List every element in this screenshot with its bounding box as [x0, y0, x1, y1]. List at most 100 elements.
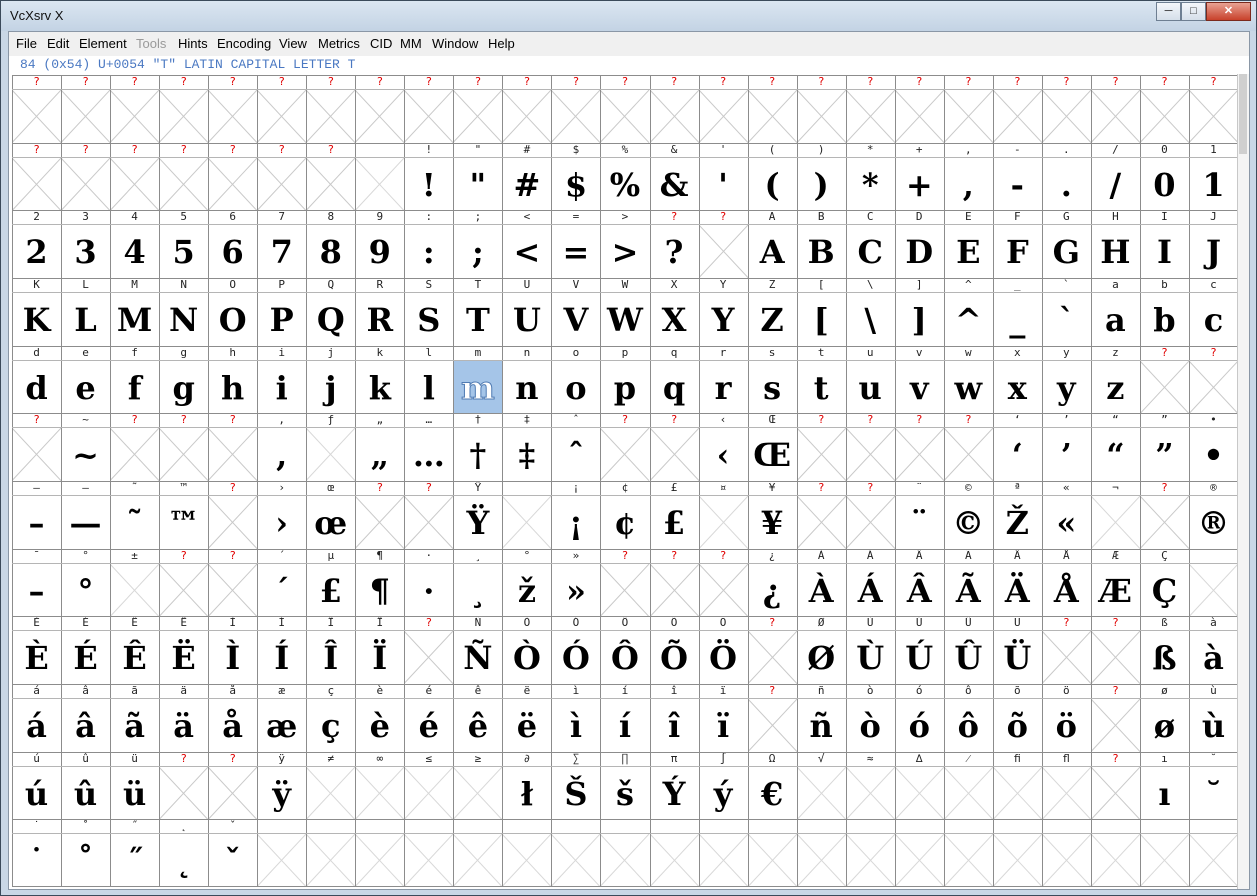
glyph-cell[interactable]: ? [600, 548, 650, 617]
glyph-cell[interactable]: ÈÈ [12, 616, 62, 684]
glyph-cell[interactable]: ÜÜ [992, 616, 1042, 684]
glyph-cell[interactable]: ÛÛ [943, 616, 993, 684]
glyph-cell[interactable]: ØØ [796, 616, 846, 684]
glyph-cell[interactable]: — — [61, 481, 111, 549]
glyph-cell[interactable]: ww [943, 345, 993, 414]
glyph-cell[interactable]: ÄÄ [992, 548, 1042, 617]
glyph-cell[interactable]: ,, [257, 413, 307, 481]
glyph-cell[interactable]: ¬ [1090, 481, 1140, 549]
glyph-cell[interactable]: ∞ [355, 751, 405, 820]
glyph-cell[interactable] [1139, 819, 1189, 887]
glyph-cell[interactable]: ? [845, 75, 895, 143]
glyph-cell[interactable]: ññ [796, 684, 846, 752]
glyph-cell[interactable]: ““ [1090, 413, 1140, 481]
glyph-cell[interactable]: .. [1041, 142, 1091, 211]
glyph-cell[interactable]: HH [1090, 210, 1140, 278]
glyph-cell[interactable]: < < [502, 210, 552, 278]
glyph-cell[interactable]: ‹ ‹ [698, 413, 748, 481]
glyph-cell[interactable]: %% [600, 142, 650, 211]
vertical-scrollbar[interactable] [1237, 74, 1249, 889]
glyph-cell[interactable]: ,, [943, 142, 993, 211]
glyph-cell[interactable]: ãã [110, 684, 160, 752]
glyph-cell[interactable]: _ _ [992, 278, 1042, 346]
glyph-cell[interactable]: ? [845, 413, 895, 481]
glyph-cell[interactable] [1090, 819, 1140, 887]
glyph-cell[interactable]: tt [796, 345, 846, 414]
glyph-cell[interactable]: ™ ™ [159, 481, 209, 549]
glyph-cell[interactable]: zz [1090, 345, 1140, 414]
glyph-cell[interactable]: ÁÁ [845, 548, 895, 617]
glyph-cell[interactable]: ? [404, 75, 454, 143]
glyph-cell[interactable]: ? [159, 142, 209, 211]
menu-cid[interactable]: CID [370, 36, 392, 51]
glyph-cell[interactable]: $ $ [551, 142, 601, 211]
menu-edit[interactable]: Edit [47, 36, 69, 51]
glyph-cell[interactable]: ?? [649, 210, 699, 278]
glyph-cell[interactable]: SS [404, 278, 454, 346]
glyph-cell[interactable]: ÕÕ [649, 616, 699, 684]
glyph-cell[interactable]: NN [159, 278, 209, 346]
menu-file[interactable]: File [16, 36, 37, 51]
menu-mm[interactable]: MM [400, 36, 422, 51]
glyph-cell[interactable]: 77 [257, 210, 307, 278]
glyph-cell[interactable]: ii [257, 345, 307, 414]
glyph-cell[interactable]: !! [404, 142, 454, 211]
glyph-cell[interactable]: ^ ^ [943, 278, 993, 346]
glyph-cell[interactable]: – – [12, 481, 62, 549]
glyph-cell[interactable] [306, 819, 356, 887]
glyph-cell[interactable]: 88 [306, 210, 356, 278]
glyph-cell[interactable]: / / [1090, 142, 1140, 211]
glyph-cell[interactable]: 66 [208, 210, 258, 278]
glyph-cell[interactable]: )) [796, 142, 846, 211]
menu-window[interactable]: Window [432, 36, 478, 51]
glyph-cell[interactable] [600, 819, 650, 887]
glyph-cell[interactable]: ? [698, 548, 748, 617]
glyph-cell[interactable]: ÍÍ [257, 616, 307, 684]
glyph-cell[interactable]: úú [12, 751, 62, 820]
glyph-cell[interactable]: 22 [12, 210, 62, 278]
glyph-cell[interactable]: DD [894, 210, 944, 278]
menu-hints[interactable]: Hints [178, 36, 208, 51]
glyph-cell[interactable]: ¡ ¡ [551, 481, 601, 549]
glyph-cell[interactable]: XX [649, 278, 699, 346]
glyph-cell[interactable]: ÊÊ [110, 616, 160, 684]
glyph-cell[interactable]: ZZ [747, 278, 797, 346]
glyph-cell[interactable]: ? [747, 684, 797, 752]
glyph-cell[interactable]: ? [698, 210, 748, 278]
glyph-cell[interactable]: éé [404, 684, 454, 752]
glyph-cell[interactable]: ÚÚ [894, 616, 944, 684]
glyph-cell[interactable]: çç [306, 684, 356, 752]
glyph-cell[interactable]: ïï [698, 684, 748, 752]
glyph-cell[interactable]: ° ž [502, 548, 552, 617]
glyph-cell[interactable]: »» [551, 548, 601, 617]
glyph-cell[interactable]: ± [110, 548, 160, 617]
glyph-cell[interactable]: ÑÑ [453, 616, 503, 684]
glyph-cell[interactable]: ? [796, 75, 846, 143]
glyph-cell[interactable]: kk [355, 345, 405, 414]
glyph-cell[interactable]: ÙÙ [845, 616, 895, 684]
glyph-cell[interactable]: 11 [1188, 142, 1238, 211]
menu-help[interactable]: Help [488, 36, 515, 51]
glyph-cell[interactable]: ∆ [894, 751, 944, 820]
glyph-cell[interactable]: ? [1139, 481, 1189, 549]
glyph-cell[interactable] [502, 481, 552, 549]
glyph-cell[interactable]: ≠ [306, 751, 356, 820]
glyph-cell[interactable]: ? [649, 75, 699, 143]
glyph-cell[interactable]: GG [1041, 210, 1091, 278]
glyph-cell[interactable]: ? [600, 75, 650, 143]
glyph-cell[interactable]: ÿÿ [257, 751, 307, 820]
glyph-cell[interactable]: ® ® [1188, 481, 1238, 549]
glyph-cell[interactable]: 00 [1139, 142, 1189, 211]
glyph-cell[interactable]: ' ' [698, 142, 748, 211]
glyph-cell[interactable]: öö [1041, 684, 1091, 752]
glyph-cell[interactable]: ŸŸ [453, 481, 503, 549]
glyph-cell[interactable]: ÂÂ [894, 548, 944, 617]
glyph-cell[interactable]: gg [159, 345, 209, 414]
glyph-cell[interactable]: ? [208, 751, 258, 820]
glyph-cell[interactable]: ? [747, 616, 797, 684]
glyph-cell[interactable]: ´ ´ [257, 548, 307, 617]
glyph-cell[interactable] [796, 819, 846, 887]
glyph-cell[interactable]: JJ [1188, 210, 1238, 278]
glyph-cell[interactable]: ? [649, 548, 699, 617]
glyph-cell[interactable]: ˚ ˚ [61, 819, 111, 887]
